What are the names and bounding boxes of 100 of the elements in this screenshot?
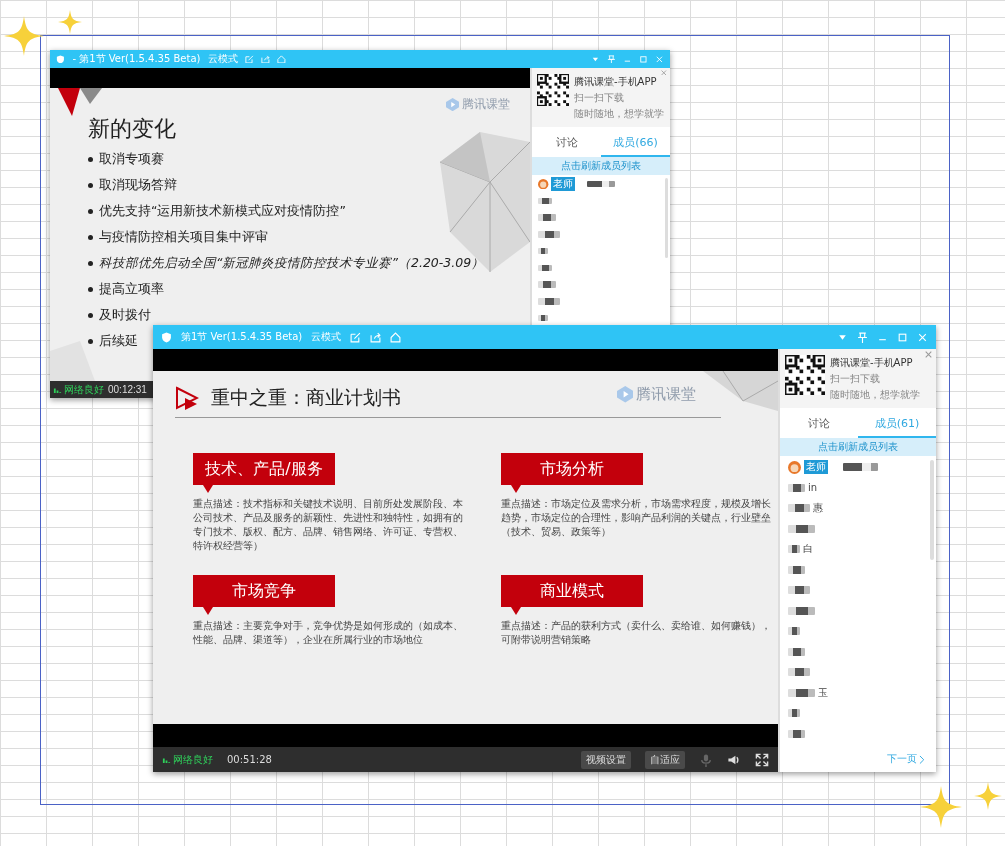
bullet-icon <box>88 338 93 344</box>
watermark-text: 腾讯课堂 <box>636 385 696 404</box>
bullet-icon <box>88 312 93 318</box>
blurred-name <box>538 197 552 204</box>
blurred-name <box>788 483 805 492</box>
sparkle-icon <box>974 782 1002 810</box>
video-control-button[interactable]: 自适应 <box>645 750 685 769</box>
card-heading: 市场竞争 <box>193 575 335 607</box>
avatar-icon <box>538 178 549 190</box>
chevron-icon <box>918 755 925 765</box>
pointer-icon <box>203 485 213 493</box>
bullet-icon <box>88 286 93 292</box>
scan-hint: 扫一扫下载 <box>830 372 881 386</box>
blurred-name <box>788 729 805 738</box>
triangle-decoration <box>58 88 102 116</box>
sidebar-tab[interactable]: 讨论 <box>532 127 601 158</box>
blurred-name <box>843 463 878 472</box>
blurred-name <box>788 565 805 574</box>
bullet-icon <box>88 234 93 240</box>
share-icon[interactable] <box>370 331 382 343</box>
card-heading: 商业模式 <box>501 575 643 607</box>
blurred-name <box>538 247 548 255</box>
member-name: 白 <box>803 542 813 557</box>
network-status: 网络良好 <box>173 752 213 767</box>
close-icon[interactable] <box>917 331 928 343</box>
network-status: 网络良好 <box>64 382 104 397</box>
blurred-name <box>788 709 800 718</box>
member-name: in <box>808 482 818 494</box>
share-icon[interactable] <box>260 54 270 64</box>
close-icon[interactable] <box>661 69 667 76</box>
maximize-icon[interactable] <box>638 54 648 64</box>
refresh-link[interactable]: 点击刷新成员列表 <box>780 438 936 457</box>
sparkle-icon <box>4 16 44 56</box>
blurred-name <box>538 281 556 288</box>
close-icon[interactable] <box>925 351 932 358</box>
pin-icon[interactable] <box>857 331 868 343</box>
card-heading: 市场分析 <box>501 453 643 485</box>
microphone-icon[interactable] <box>699 752 713 767</box>
close-icon[interactable] <box>654 54 664 64</box>
home-icon[interactable] <box>390 331 402 343</box>
pointer-icon <box>511 485 521 493</box>
refresh-link[interactable]: 点击刷新成员列表 <box>532 157 670 176</box>
bullet-item: 与疫情防控相关项目集中评审 <box>99 228 268 246</box>
scrollbar[interactable] <box>664 178 669 259</box>
mode-label: 云模式 <box>311 330 342 344</box>
card-description: 重点描述：技术指标和关键技术说明、目前所处发展阶段、本公司技术、产品及服务的新颖性、先进性和独特性，如拥有的专门技术、版权、配方、品牌、销售网络、许可证、专营权、特许权经营等） <box>193 497 464 553</box>
window-title: 第1节 Ver(1.5.4.35 Beta) <box>181 330 303 344</box>
blurred-name <box>788 586 810 595</box>
shield-icon <box>161 331 172 343</box>
window-title: - 第1节 Ver(1.5.4.35 Beta) <box>72 52 201 66</box>
slide-title: 新的变化 <box>88 115 176 143</box>
teacher-badge: 老师 <box>804 460 828 475</box>
member-name: 惠 <box>813 501 823 516</box>
elapsed-time: 00:51:28 <box>227 754 272 765</box>
bullet-item: 科技部优先启动全国“新冠肺炎疫情防控技术专业赛”（2.20-3.09） <box>99 254 485 272</box>
play-logo-icon <box>616 386 633 403</box>
home-icon[interactable] <box>276 54 286 64</box>
blurred-name <box>788 606 815 615</box>
blurred-name <box>788 545 800 554</box>
teacher-badge: 老师 <box>551 177 576 191</box>
bullet-item: 后续延 <box>99 332 138 350</box>
bullet-icon <box>88 208 93 214</box>
bullet-icon <box>88 182 93 188</box>
sparkle-icon <box>58 10 82 34</box>
qr-code <box>785 355 825 395</box>
bullet-item: 及时拨付 <box>99 306 151 324</box>
blurred-name <box>788 627 800 636</box>
blurred-name <box>788 668 810 677</box>
slogan: 随时随地，想学就学 <box>574 107 664 121</box>
blurred-name <box>788 688 815 697</box>
blurred-name <box>538 231 560 238</box>
video-control-button[interactable]: 视频设置 <box>581 750 631 769</box>
card-description: 重点描述：主要竞争对手，竞争优势是如何形成的（如成本、性能、品牌、渠道等），企业在所属行业的市场地位 <box>193 619 464 647</box>
play-logo-icon <box>175 386 199 410</box>
blurred-name <box>538 264 552 272</box>
blurred-name <box>538 214 556 221</box>
app-title: 腾讯课堂-手机APP <box>574 75 658 89</box>
pin-icon[interactable] <box>606 54 616 64</box>
bullet-item: 取消专项赛 <box>99 150 164 168</box>
slide-title: 重中之重：商业计划书 <box>211 385 401 410</box>
blurred-name <box>788 504 810 513</box>
slogan: 随时随地，想学就学 <box>830 388 920 402</box>
scrollbar[interactable] <box>929 460 934 561</box>
pointer-icon <box>203 607 213 615</box>
blurred-name <box>538 298 560 305</box>
maximize-icon[interactable] <box>897 331 908 343</box>
edit-icon[interactable] <box>350 331 362 343</box>
blurred-name <box>538 315 548 322</box>
mode-label: 云模式 <box>207 52 238 66</box>
bullet-icon <box>88 156 93 162</box>
bullet-item: 优先支持“运用新技术新模式应对疫情防控” <box>99 202 346 220</box>
edit-icon[interactable] <box>244 54 254 64</box>
bullet-icon <box>88 260 93 266</box>
fullscreen-icon[interactable] <box>755 752 769 767</box>
member-name: 玉 <box>818 685 828 700</box>
shield-icon <box>56 54 66 64</box>
watermark-text: 腾讯课堂 <box>462 96 510 113</box>
qr-code <box>537 74 569 106</box>
next-page-button[interactable]: 下一页 <box>880 752 931 768</box>
sidebar-tab[interactable]: 讨论 <box>780 408 858 439</box>
